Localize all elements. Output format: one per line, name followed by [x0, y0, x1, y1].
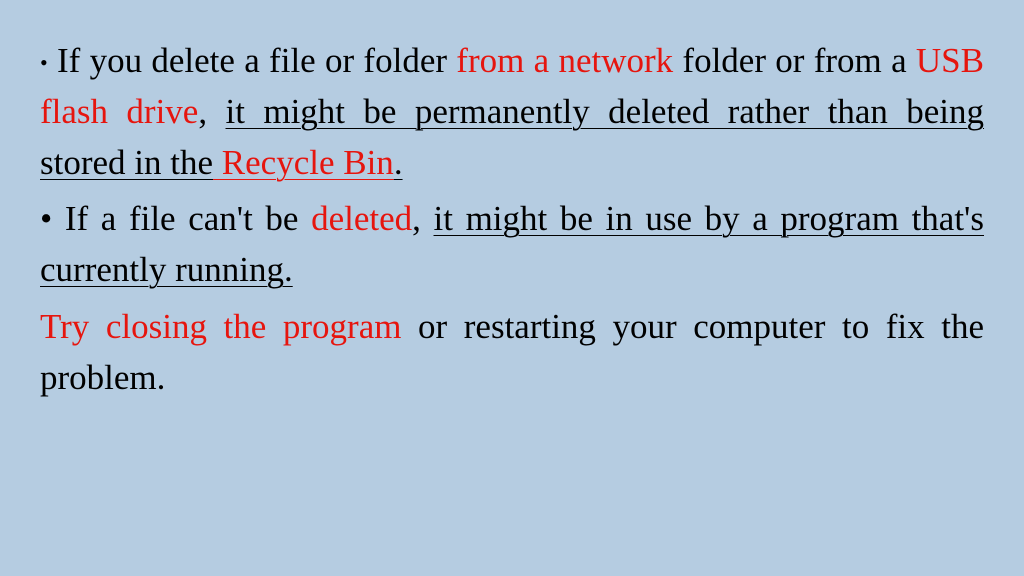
sentence-3: Try closing the program or restarting yo… [40, 302, 984, 404]
text-seg: If a file can't be [52, 199, 311, 238]
text-seg-red: deleted [311, 199, 412, 238]
text-seg: If you delete a file or folder [48, 41, 457, 80]
text-seg: folder or from a [673, 41, 916, 80]
bullet-dot: • [40, 50, 48, 75]
text-seg-uline: . [394, 143, 403, 182]
text-seg-red: Try closing the program [40, 307, 401, 346]
bullet-dot: • [40, 199, 52, 238]
bullet-item-1: • If you delete a file or folder from a … [40, 36, 984, 188]
text-seg-red: from a network [456, 41, 673, 80]
bullet-item-2: • If a file can't be deleted, it might b… [40, 194, 984, 296]
text-seg: , [412, 199, 433, 238]
text-seg: , [198, 92, 225, 131]
text-seg-uline-red: Recycle Bin [213, 143, 394, 182]
